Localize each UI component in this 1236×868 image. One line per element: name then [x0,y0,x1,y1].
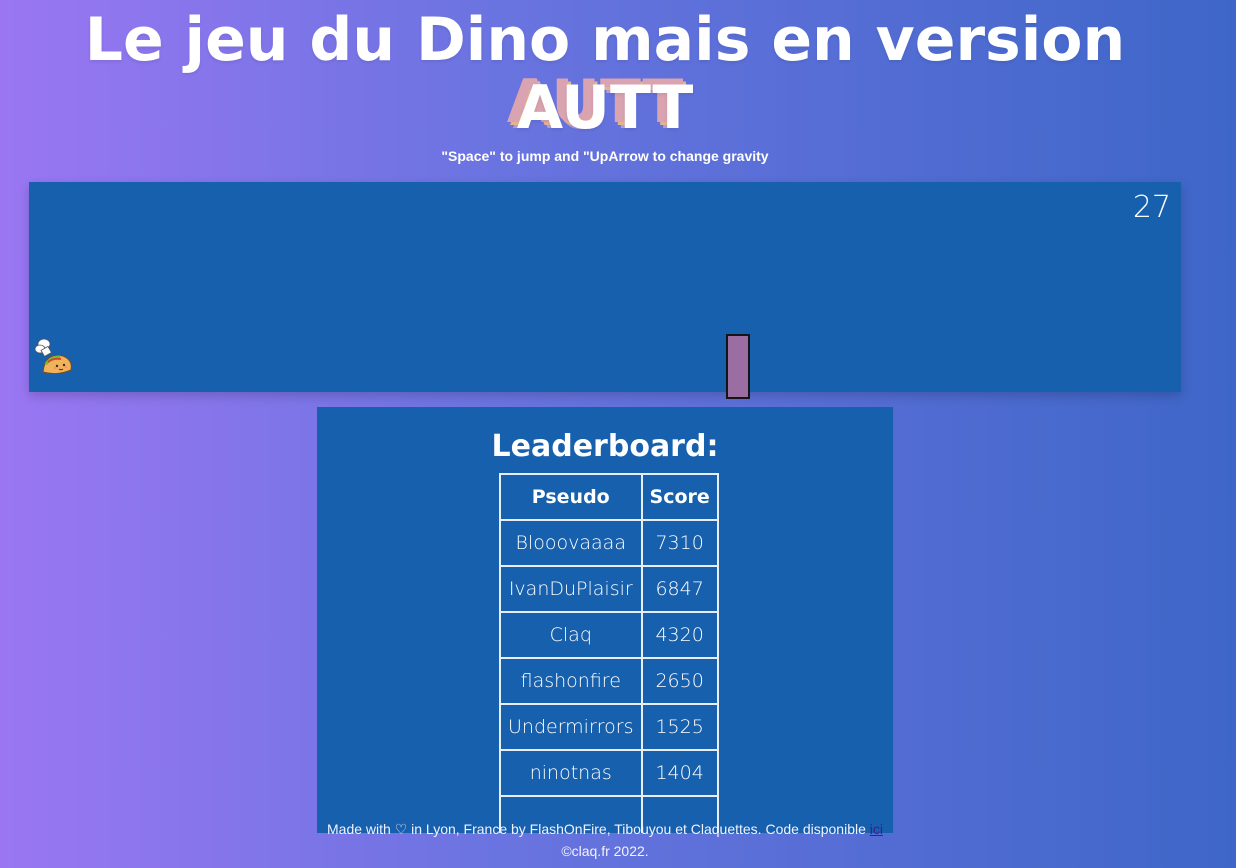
leaderboard-table: Pseudo Score Blooovaaaa 7310 IvanDuPlais… [499,473,719,833]
leaderboard-panel: Leaderboard: Pseudo Score Blooovaaaa 731… [317,407,893,833]
score-cell: 2650 [640,657,719,705]
page-footer: Made with ♡ in Lyon, France by FlashOnFi… [0,818,1210,862]
obstacle-block [726,334,750,399]
table-row: Undermirrors 1525 [499,703,719,751]
score-cell: 1525 [640,703,719,751]
column-header-pseudo: Pseudo [499,473,643,521]
footer-copyright: ©claq.fr 2022. [561,843,649,859]
score-cell: 4320 [640,611,719,659]
table-header-row: Pseudo Score [499,473,719,521]
table-row: flashonfire 2650 [499,657,719,705]
pseudo-cell: Claq [499,611,643,659]
current-score: 27 [1132,190,1171,225]
column-header-score: Score [640,473,719,521]
game-canvas[interactable]: 27 [29,182,1181,399]
taco-chef-icon [34,338,72,375]
table-row: Blooovaaaa 7310 [499,519,719,567]
title-line-2-text: AUTT [516,73,694,143]
pseudo-cell: ninotnas [499,749,643,797]
controls-hint: "Space" to jump and "UpArrow to change g… [441,148,769,164]
pseudo-cell: IvanDuPlaisir [499,565,643,613]
title-line-1: Le jeu du Dino mais en version [84,5,1126,75]
score-cell: 1404 [640,749,719,797]
pseudo-cell: Undermirrors [499,703,643,751]
pseudo-cell: flashonfire [499,657,643,705]
footer-credits: Made with ♡ in Lyon, France by FlashOnFi… [327,821,870,837]
page-title: Le jeu du Dino mais en version AUTT AUTT [0,6,1210,142]
title-line-2: AUTT AUTT [507,68,694,143]
source-code-link[interactable]: ici [870,821,883,837]
pseudo-cell: Blooovaaaa [499,519,643,567]
leaderboard-heading: Leaderboard: [491,429,719,464]
score-cell: 6847 [640,565,719,613]
table-row: ninotnas 1404 [499,749,719,797]
table-row: IvanDuPlaisir 6847 [499,565,719,613]
table-row: Claq 4320 [499,611,719,659]
score-cell: 7310 [640,519,719,567]
